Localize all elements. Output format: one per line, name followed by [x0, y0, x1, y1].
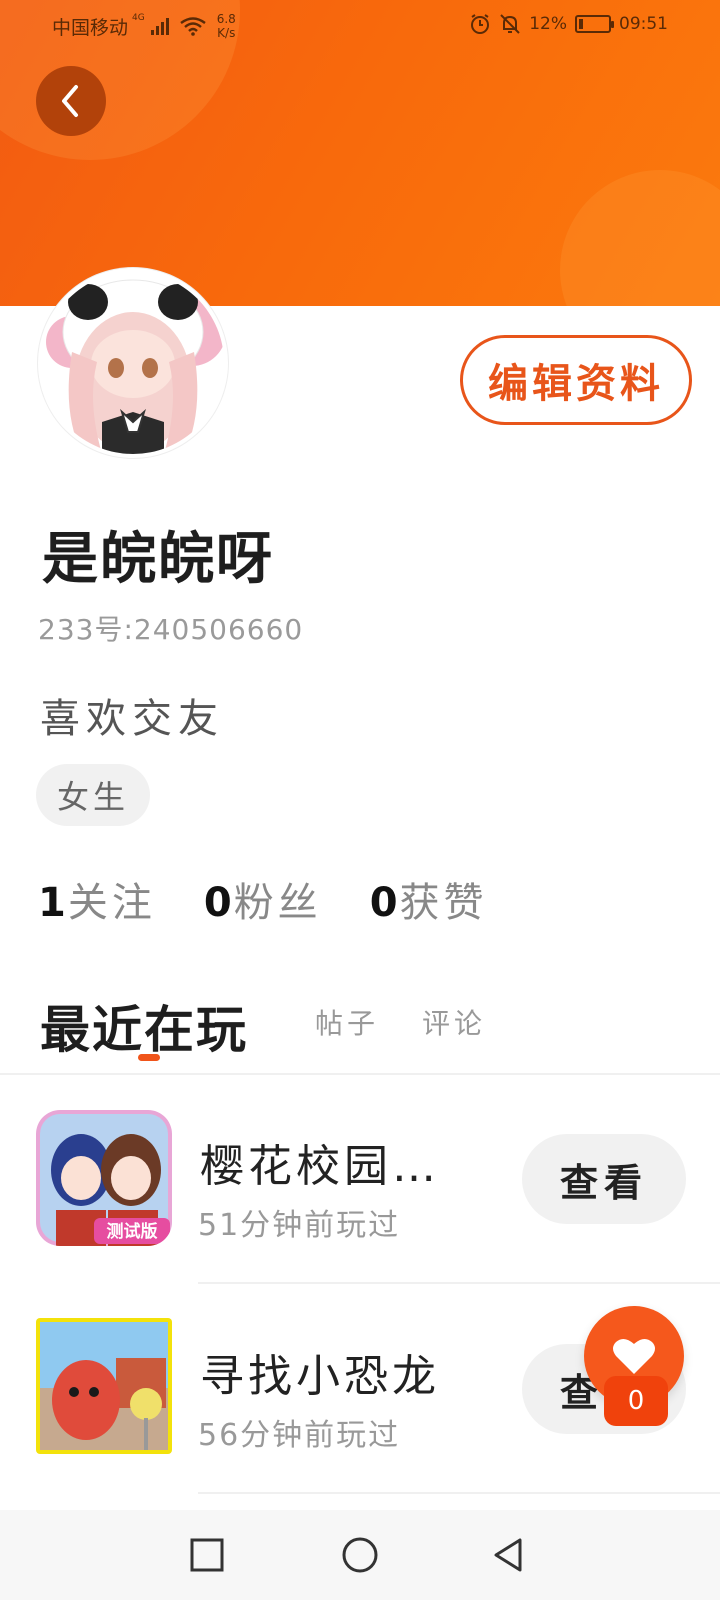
- battery-percent: 12%: [529, 14, 567, 34]
- tab-recent-played[interactable]: 最近在玩: [40, 990, 248, 1062]
- gender-tag: 女生: [36, 764, 150, 826]
- chevron-left-icon: [62, 85, 78, 117]
- avatar[interactable]: [38, 268, 228, 458]
- game-icon-sakura: 测试版: [36, 1110, 172, 1246]
- bio: 喜欢交友: [40, 696, 224, 742]
- wifi-icon: [179, 17, 206, 36]
- system-nav-bar: [0, 1510, 720, 1600]
- alarm-icon: [471, 14, 490, 34]
- game-last-played: 51分钟前玩过: [198, 1208, 401, 1243]
- mute-icon: [500, 14, 520, 34]
- network-type: 4G: [132, 13, 145, 23]
- profile-stats: 1 关注 0 粉丝 0 获赞: [38, 870, 488, 928]
- status-bar: 中国移动 4G 6.8 K/s 12% 09:51: [0, 0, 720, 52]
- divider: [198, 1282, 720, 1284]
- view-game-button[interactable]: 查看: [522, 1134, 686, 1224]
- divider: [198, 1492, 720, 1494]
- likes-stat[interactable]: 0 获赞: [370, 870, 488, 928]
- game-icon-dinosaur: [36, 1318, 172, 1454]
- like-count: 0: [604, 1376, 668, 1426]
- game-name: 樱花校园…: [200, 1141, 440, 1192]
- tab-posts[interactable]: 帖子: [315, 1002, 379, 1042]
- tab-comments[interactable]: 评论: [422, 1002, 486, 1042]
- tab-indicator: [138, 1054, 160, 1061]
- signal-icon: [150, 17, 169, 35]
- game-last-played: 56分钟前玩过: [198, 1418, 401, 1453]
- username: 是皖皖呀: [42, 527, 274, 592]
- followers-stat[interactable]: 0 粉丝: [204, 870, 322, 928]
- divider: [0, 1073, 720, 1075]
- test-version-badge: 测试版: [107, 1221, 158, 1242]
- battery-icon: [575, 15, 614, 33]
- recent-apps-icon[interactable]: [184, 1532, 230, 1578]
- net-speed: 6.8 K/s: [216, 12, 236, 40]
- clock: 09:51: [619, 14, 668, 34]
- game-name: 寻找小恐龙: [200, 1351, 440, 1402]
- edit-profile-button[interactable]: 编辑资料: [460, 335, 692, 425]
- carrier-label: 中国移动: [52, 16, 129, 39]
- following-stat[interactable]: 1 关注: [38, 870, 156, 928]
- back-button[interactable]: [36, 66, 106, 136]
- user-id: 233号:240506660: [38, 613, 304, 646]
- profile-tabs: 最近在玩 帖子 评论: [40, 990, 700, 1062]
- home-icon[interactable]: [337, 1532, 383, 1578]
- list-item[interactable]: 测试版 樱花校园… 51分钟前玩过 查看: [0, 1076, 720, 1284]
- heart-icon: [613, 1338, 655, 1374]
- back-icon[interactable]: [486, 1532, 532, 1578]
